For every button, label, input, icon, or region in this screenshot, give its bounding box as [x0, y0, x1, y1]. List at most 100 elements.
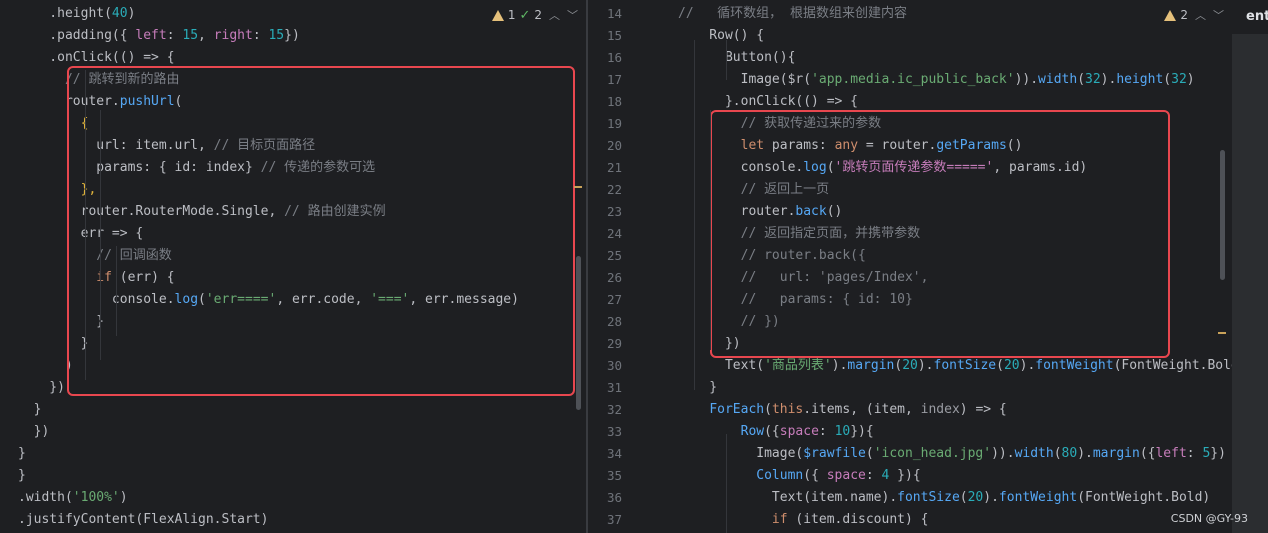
code-token: '商品列表': [764, 358, 832, 373]
code-token: right: [213, 28, 253, 43]
code-token: getParams: [936, 138, 1007, 153]
code-token: if: [771, 512, 788, 527]
vertical-scrollbar[interactable]: [576, 256, 581, 410]
code-line[interactable]: Image($r('app.media.ic_public_back')).wi…: [678, 69, 1195, 91]
line-number: 16: [606, 50, 622, 65]
code-line[interactable]: }: [18, 443, 26, 465]
line-number: 15: [606, 28, 622, 43]
code-line[interactable]: {: [18, 113, 89, 135]
code-line[interactable]: .onClick(() => {: [18, 47, 175, 69]
warning-icon: [1164, 9, 1177, 21]
code-token: }.onClick(() => {: [678, 94, 859, 109]
code-line[interactable]: }.onClick(() => {: [678, 91, 858, 113]
code-token: // 目标页面路径: [213, 138, 316, 153]
line-number: 19: [606, 116, 622, 131]
code-line[interactable]: Text('商品列表').margin(20).fontSize(20).fon…: [678, 355, 1232, 377]
code-line[interactable]: }: [18, 333, 89, 355]
code-token: ({: [764, 424, 780, 439]
code-token: 40: [111, 6, 128, 21]
code-line[interactable]: console.log('跳转页面传递参数=====', params.id): [678, 157, 1088, 179]
code-token: Text(item.name).: [678, 490, 898, 505]
code-line[interactable]: // 跳转到新的路由: [18, 69, 180, 91]
code-line[interactable]: // url: 'pages/Index',: [678, 267, 929, 289]
code-line[interactable]: .height(40): [18, 3, 135, 25]
code-token: index: [920, 402, 960, 417]
code-line[interactable]: ForEach(this.items, (item, index) => {: [678, 399, 1007, 421]
code-token: ).: [983, 490, 999, 505]
code-token: }: [18, 314, 105, 329]
code-line[interactable]: let params: any = router.getParams(): [678, 135, 1023, 157]
editor-tab[interactable]: ent: [1232, 0, 1268, 34]
code-line[interactable]: // 返回上一页: [678, 179, 829, 201]
code-line[interactable]: ): [18, 355, 73, 377]
code-line[interactable]: }: [18, 311, 104, 333]
code-line[interactable]: .width('100%'): [18, 487, 128, 509]
code-token: ): [1186, 72, 1195, 87]
line-number: 23: [606, 204, 622, 219]
code-line[interactable]: .padding({ left: 15, right: 15}): [18, 25, 300, 47]
code-token: (: [1077, 72, 1086, 87]
code-line[interactable]: }: [18, 399, 42, 421]
code-token: params:: [764, 138, 835, 153]
code-line[interactable]: // 回调函数: [18, 245, 171, 267]
code-line[interactable]: err => {: [18, 223, 144, 245]
code-line[interactable]: }: [678, 377, 717, 399]
code-token: 80: [1061, 446, 1078, 461]
line-number: 20: [606, 138, 622, 153]
code-line[interactable]: Column({ space: 4 }){: [678, 465, 920, 487]
code-token: Row() {: [678, 28, 765, 43]
code-token: Image(: [678, 446, 804, 461]
chevron-up-icon[interactable]: ︿: [549, 7, 560, 23]
chevron-up-icon[interactable]: ︿: [1195, 7, 1206, 23]
line-number: 31: [606, 380, 622, 395]
code-token: (: [865, 446, 874, 461]
right-editor-pane[interactable]: 2 ︿ ﹀ 14 15 16 17 18 19 20 21 22 23 24 25 26 27 28 29 30…: [588, 0, 1232, 533]
code-token: // 返回上一页: [678, 182, 830, 197]
inspection-widget[interactable]: 1 ✓ 2 ︿ ﹀: [491, 4, 578, 26]
code-line[interactable]: router.back(): [678, 201, 843, 223]
code-token: 20: [1003, 358, 1020, 373]
code-line[interactable]: params: { id: index} // 传递的参数可选: [18, 157, 375, 179]
left-editor-pane[interactable]: 1 ✓ 2 ︿ ﹀ .height(40) .padding({ left: 1…: [0, 0, 586, 533]
code-line[interactable]: // params: { id: 10}: [678, 289, 913, 311]
code-line[interactable]: Row() {: [678, 25, 764, 47]
vertical-scrollbar[interactable]: [1220, 150, 1225, 280]
code-token: (: [764, 402, 772, 417]
code-token: }): [284, 28, 300, 43]
code-line[interactable]: Text(item.name).fontSize(20).fontWeight(…: [678, 487, 1210, 509]
code-line[interactable]: // 循环数组， 根据数组来创建内容: [678, 3, 907, 25]
code-token: (FontWeight.Bold: [1113, 358, 1232, 373]
line-number: 30: [606, 358, 622, 373]
code-token: url: item.url,: [18, 138, 214, 153]
code-line[interactable]: Button(){: [678, 47, 795, 69]
weak-warning-icon: ✓: [519, 7, 531, 23]
code-line[interactable]: }: [18, 465, 26, 487]
code-line[interactable]: // 返回指定页面，并携带参数: [678, 223, 920, 245]
code-line[interactable]: console.log('err====', err.code, '===', …: [18, 289, 519, 311]
code-token: ): [119, 490, 128, 505]
change-marker: [1218, 332, 1226, 334]
code-line[interactable]: // router.back({: [678, 245, 866, 267]
code-line[interactable]: // 获取传递过来的参数: [678, 113, 881, 135]
code-line[interactable]: router.RouterMode.Single, // 路由创建实例: [18, 201, 386, 223]
code-line[interactable]: .justifyContent(FlexAlign.Start): [18, 509, 268, 531]
code-line[interactable]: Image($rawfile('icon_head.jpg')).width(8…: [678, 443, 1226, 465]
code-token: ForEach: [709, 402, 765, 417]
code-token: // params: { id: 10}: [678, 292, 913, 307]
code-token: .onClick(() => {: [18, 50, 175, 65]
code-line[interactable]: }): [18, 421, 50, 443]
inspection-widget[interactable]: 2 ︿ ﹀: [1164, 4, 1224, 26]
code-token: ) => {: [959, 402, 1007, 417]
code-line[interactable]: if (err) {: [18, 267, 174, 289]
code-line[interactable]: Row({space: 10}){: [678, 421, 874, 443]
code-token: $rawfile: [803, 446, 866, 461]
code-line[interactable]: if (item.discount) {: [678, 509, 929, 531]
code-line[interactable]: }): [18, 377, 65, 399]
code-line[interactable]: url: item.url, // 目标页面路径: [18, 135, 315, 157]
code-token: (: [996, 358, 1004, 373]
code-token: // 传递的参数可选: [260, 160, 376, 175]
code-token: }){: [850, 424, 874, 439]
chevron-down-icon[interactable]: ﹀: [1213, 7, 1224, 23]
chevron-down-icon[interactable]: ﹀: [567, 7, 578, 23]
